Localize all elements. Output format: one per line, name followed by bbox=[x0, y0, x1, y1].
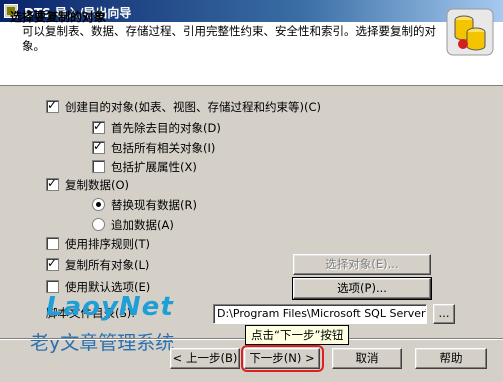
use-collation-checkbox[interactable]: 使用排序规则(T) bbox=[46, 236, 150, 252]
include-ext-props-checkbox[interactable]: 包括扩展属性(X) bbox=[92, 159, 197, 175]
radio-dot[interactable] bbox=[92, 218, 105, 231]
checkbox-box[interactable] bbox=[92, 160, 105, 173]
back-button[interactable]: < 上一步(B) bbox=[170, 348, 240, 369]
page-title: 选择要复制的对象 bbox=[10, 10, 107, 24]
checkbox-box[interactable] bbox=[92, 118, 105, 134]
copy-data-checkbox[interactable]: 复制数据(O) bbox=[46, 175, 129, 193]
cancel-button[interactable]: 取消 bbox=[332, 348, 402, 369]
replace-existing-radio[interactable]: 替换现有数据(R) bbox=[92, 197, 197, 213]
checkbox-box[interactable] bbox=[46, 175, 59, 191]
browse-button[interactable]: ... bbox=[433, 304, 455, 324]
radio-dot[interactable] bbox=[92, 198, 105, 211]
tooltip: 点击“下一步”按钮 bbox=[245, 325, 350, 345]
watermark-logo: LaoyNet bbox=[46, 292, 174, 322]
page-description: 可以复制表、数据、存储过程、引用完整性约束、安全性和索引。选择要复制的对象。 bbox=[22, 24, 436, 53]
script-dir-field[interactable]: D:\Program Files\Microsoft SQL Server\80… bbox=[213, 304, 427, 324]
checkbox-box[interactable] bbox=[46, 255, 59, 271]
help-button[interactable]: 帮助 bbox=[415, 348, 487, 369]
next-button-highlight bbox=[241, 345, 324, 372]
create-dest-objects-checkbox[interactable]: 创建目的对象(如表、视图、存储过程和约束等)(C) bbox=[46, 97, 321, 115]
include-dependent-checkbox[interactable]: 包括所有相关对象(I) bbox=[92, 138, 215, 156]
select-objects-button[interactable]: 选择对象(E)... bbox=[293, 254, 431, 275]
checkbox-box[interactable] bbox=[92, 138, 105, 154]
append-data-radio[interactable]: 追加数据(A) bbox=[92, 217, 174, 233]
drop-dest-first-checkbox[interactable]: 首先除去目的对象(D) bbox=[92, 118, 221, 136]
checkbox-box[interactable] bbox=[46, 237, 59, 250]
watermark-subtitle: 老y文章管理系统 bbox=[30, 332, 175, 354]
options-button[interactable]: 选项(P)... bbox=[292, 277, 432, 300]
database-transfer-icon bbox=[446, 8, 494, 56]
copy-all-objects-checkbox[interactable]: 复制所有对象(L) bbox=[46, 255, 149, 273]
checkbox-box[interactable] bbox=[46, 97, 59, 113]
